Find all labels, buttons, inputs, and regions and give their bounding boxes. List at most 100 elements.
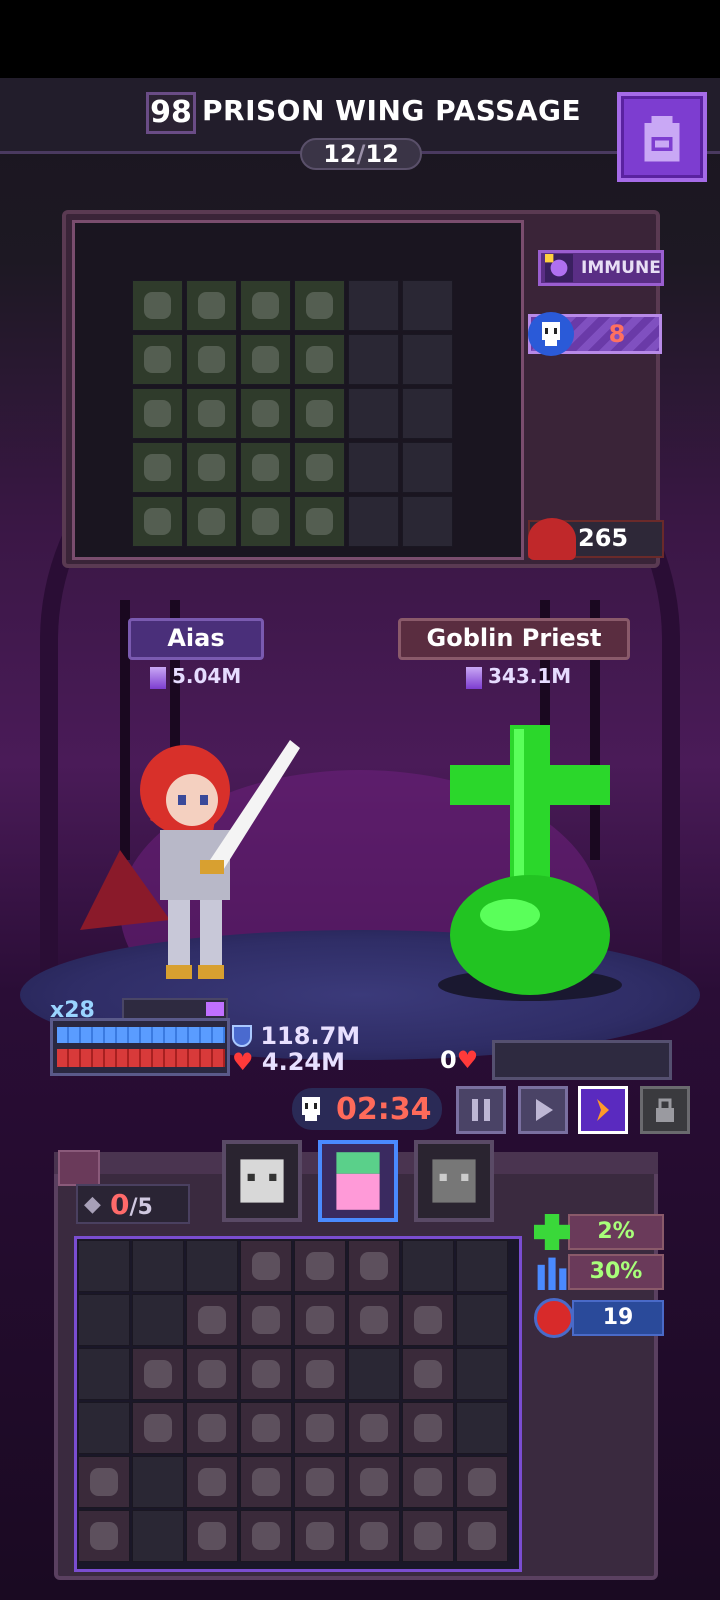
inventory-cell[interactable] (348, 1510, 400, 1562)
inventory-cell[interactable] (456, 1456, 508, 1508)
heart-icon: ♥ (456, 1046, 479, 1074)
locked-slot-button[interactable] (640, 1086, 690, 1134)
inventory-cell[interactable] (402, 442, 453, 493)
sword-icon (150, 666, 166, 689)
play-button[interactable] (518, 1086, 568, 1134)
inventory-cell[interactable] (186, 1456, 238, 1508)
inventory-cell[interactable] (186, 1348, 238, 1400)
inventory-cell[interactable] (402, 1294, 454, 1346)
inventory-cell[interactable] (348, 334, 399, 385)
inventory-cell[interactable] (348, 496, 399, 547)
inventory-cell[interactable] (78, 1510, 130, 1562)
inventory-cell[interactable] (132, 1402, 184, 1454)
rage-face-icon (534, 1298, 574, 1338)
inventory-cell[interactable] (132, 1456, 184, 1508)
inventory-cell[interactable] (186, 496, 237, 547)
inventory-cell[interactable] (186, 1402, 238, 1454)
inventory-cell[interactable] (132, 1240, 184, 1292)
enemy-power: 343.1M (466, 664, 571, 689)
inventory-cell[interactable] (132, 280, 183, 331)
immune-icon (545, 254, 573, 282)
inventory-cell[interactable] (294, 1294, 346, 1346)
inventory-cell[interactable] (240, 1348, 292, 1400)
inventory-cell[interactable] (240, 1456, 292, 1508)
inventory-cell[interactable] (348, 1348, 400, 1400)
pause-button[interactable] (456, 1086, 506, 1134)
inventory-cell[interactable] (132, 1294, 184, 1346)
inventory-cell[interactable] (186, 280, 237, 331)
inventory-cell[interactable] (348, 1240, 400, 1292)
inventory-cell[interactable] (348, 1456, 400, 1508)
inventory-cell[interactable] (186, 1510, 238, 1562)
hero-hp-bar (57, 1049, 225, 1067)
inventory-cell[interactable] (240, 280, 291, 331)
inventory-cell[interactable] (240, 334, 291, 385)
inventory-cell[interactable] (402, 496, 453, 547)
inventory-cell[interactable] (294, 442, 345, 493)
inventory-cell[interactable] (132, 1348, 184, 1400)
inventory-cell[interactable] (186, 1240, 238, 1292)
inventory-cell[interactable] (78, 1348, 130, 1400)
inventory-cell[interactable] (78, 1294, 130, 1346)
inventory-cell[interactable] (186, 1294, 238, 1346)
inventory-cell[interactable] (240, 1402, 292, 1454)
inventory-cell[interactable] (240, 1510, 292, 1562)
inventory-cell[interactable] (132, 1510, 184, 1562)
inventory-cell[interactable] (456, 1510, 508, 1562)
inventory-cell[interactable] (402, 1402, 454, 1454)
inventory-cell[interactable] (402, 1456, 454, 1508)
item-sprite (414, 1360, 442, 1388)
inventory-cell[interactable] (402, 388, 453, 439)
inventory-cell[interactable] (240, 496, 291, 547)
inventory-cell[interactable] (132, 334, 183, 385)
inventory-cell[interactable] (186, 334, 237, 385)
inventory-cell[interactable] (402, 1348, 454, 1400)
inventory-cell[interactable] (402, 334, 453, 385)
inventory-cell[interactable] (78, 1456, 130, 1508)
inventory-cell[interactable] (240, 1294, 292, 1346)
inventory-cell[interactable] (348, 1294, 400, 1346)
inventory-cell[interactable] (348, 388, 399, 439)
speed-button[interactable] (578, 1086, 628, 1134)
inventory-cell[interactable] (294, 1348, 346, 1400)
inventory-cell[interactable] (402, 1240, 454, 1292)
slots-total: /5 (129, 1195, 153, 1220)
inventory-cell[interactable] (294, 1510, 346, 1562)
inventory-cell[interactable] (402, 280, 453, 331)
inventory-cell[interactable] (132, 388, 183, 439)
item-sprite (306, 1522, 334, 1550)
inventory-cell[interactable] (348, 442, 399, 493)
shield-icon (232, 1025, 252, 1047)
backpack-button[interactable] (617, 92, 707, 182)
inventory-cell[interactable] (132, 442, 183, 493)
inventory-cell[interactable] (456, 1294, 508, 1346)
inventory-cell[interactable] (240, 388, 291, 439)
inventory-cell[interactable] (456, 1402, 508, 1454)
inventory-cell[interactable] (186, 442, 237, 493)
inventory-cell[interactable] (294, 388, 345, 439)
item-sprite (252, 1522, 280, 1550)
inventory-cell[interactable] (78, 1402, 130, 1454)
inventory-cell[interactable] (132, 496, 183, 547)
companion-portrait-1[interactable] (222, 1140, 302, 1222)
inventory-cell[interactable] (240, 1240, 292, 1292)
inventory-cell[interactable] (294, 1402, 346, 1454)
inventory-cell[interactable] (240, 442, 291, 493)
companion-portrait-3[interactable] (414, 1140, 494, 1222)
inventory-cell[interactable] (294, 280, 345, 331)
menu-list-icon[interactable] (58, 1150, 100, 1186)
inventory-cell[interactable] (456, 1348, 508, 1400)
inventory-cell[interactable] (294, 496, 345, 547)
heal-buff: 2% (568, 1214, 664, 1250)
inventory-cell[interactable] (402, 1510, 454, 1562)
inventory-cell[interactable] (294, 1240, 346, 1292)
inventory-cell[interactable] (348, 280, 399, 331)
inventory-cell[interactable] (294, 1456, 346, 1508)
inventory-cell[interactable] (456, 1240, 508, 1292)
companion-portrait-2[interactable] (318, 1140, 398, 1222)
inventory-cell[interactable] (294, 334, 345, 385)
item-sprite (143, 453, 172, 482)
inventory-cell[interactable] (348, 1402, 400, 1454)
inventory-cell[interactable] (186, 388, 237, 439)
inventory-cell[interactable] (78, 1240, 130, 1292)
